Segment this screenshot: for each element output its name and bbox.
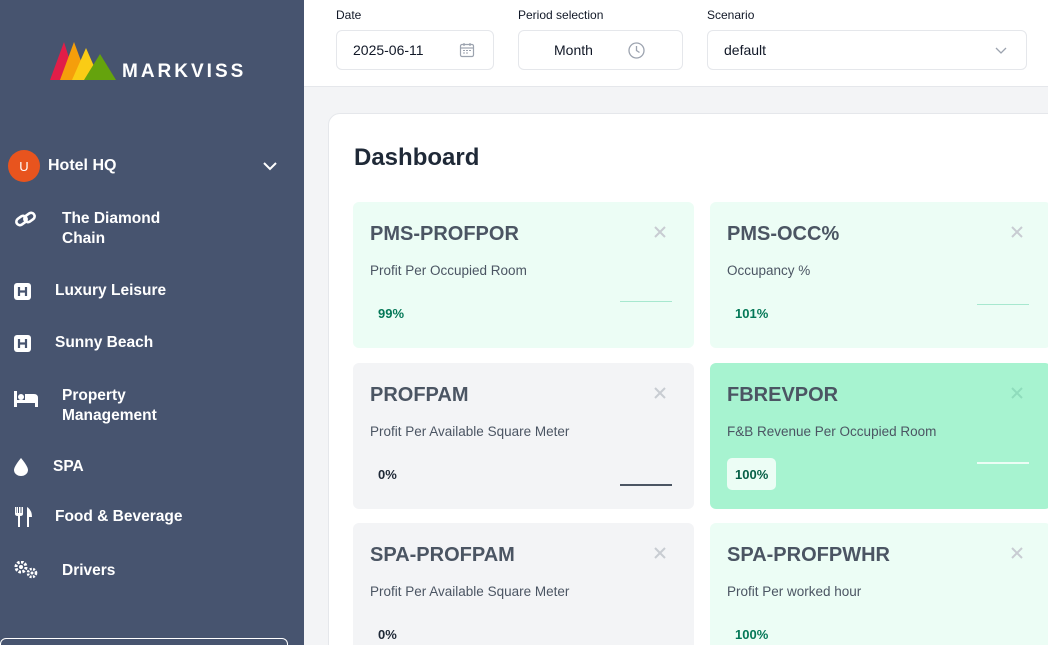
kpi-description: F&B Revenue Per Occupied Room: [727, 424, 937, 439]
kpi-value: 100%: [735, 626, 769, 642]
sidebar-item-label: Management: [62, 407, 157, 424]
org-label: Hotel HQ: [48, 157, 117, 174]
sparkline: [977, 304, 1029, 305]
kpi-value: 100%: [727, 458, 777, 490]
sidebar-item-label: Sunny Beach: [55, 334, 154, 351]
filter-bar: Date 2025-06-11 Period selection Month S…: [304, 0, 1048, 87]
kpi-card[interactable]: PMS-PROFPOR Profit Per Occupied Room 99%: [353, 202, 694, 348]
sidebar-item-sunny-beach[interactable]: Sunny Beach: [14, 333, 153, 353]
kpi-description: Occupancy %: [727, 263, 811, 278]
kpi-code: PMS-PROFPOR: [370, 223, 519, 245]
chevron-down-icon[interactable]: [260, 156, 280, 176]
sidebar-item-label: Luxury Leisure: [55, 282, 167, 299]
date-label: Date: [336, 8, 362, 22]
date-picker[interactable]: 2025-06-11: [336, 30, 494, 70]
sparkline: [620, 484, 672, 486]
kpi-description: Profit Per Available Square Meter: [370, 424, 570, 439]
sidebar-item-luxury-leisure[interactable]: Luxury Leisure: [14, 281, 166, 301]
sparkline: [620, 301, 672, 302]
org-selector[interactable]: U Hotel HQ: [8, 150, 288, 182]
close-icon[interactable]: [1009, 224, 1025, 240]
brand-name: MARKVISS: [122, 61, 247, 82]
sidebar-item-the-diamond-chain[interactable]: The Diamond Chain: [14, 209, 160, 249]
sidebar-item-food-beverage[interactable]: Food & Beverage: [14, 507, 182, 527]
kpi-card[interactable]: PROFPAM Profit Per Available Square Mete…: [353, 363, 694, 509]
scenario-value: default: [724, 42, 767, 58]
close-icon[interactable]: [652, 385, 668, 401]
markviss-logo-icon: [50, 42, 116, 80]
sidebar-item-label: Chain: [62, 230, 106, 247]
sidebar-item-property-management[interactable]: Property Management: [14, 386, 157, 426]
kpi-value: 101%: [735, 305, 769, 321]
page-title: Dashboard: [354, 144, 480, 171]
clock-icon: [628, 41, 645, 59]
avatar: U: [8, 150, 40, 182]
kpi-value: 0%: [378, 626, 397, 642]
sidebar-item-label: The Diamond: [62, 210, 161, 227]
kpi-code: SPA-PROFPWHR: [727, 544, 890, 566]
kpi-code: SPA-PROFPAM: [370, 544, 515, 566]
close-icon[interactable]: [652, 224, 668, 240]
brand-logo: MARKVISS: [50, 40, 246, 82]
close-icon[interactable]: [652, 545, 668, 561]
close-icon[interactable]: [1009, 545, 1025, 561]
period-selector[interactable]: Month: [518, 30, 683, 70]
sidebar-item-label: Drivers: [62, 562, 116, 579]
chevron-down-icon[interactable]: [994, 43, 1008, 57]
hotel-icon: [14, 333, 55, 353]
kpi-code: FBREVPOR: [727, 384, 839, 406]
kpi-value: 99%: [378, 305, 405, 321]
sidebar-item-label: SPA: [53, 458, 84, 475]
sidebar-footer-box[interactable]: [0, 638, 288, 645]
period-value: Month: [554, 42, 593, 58]
sidebar-item-spa[interactable]: SPA: [14, 457, 84, 477]
kpi-card[interactable]: PMS-OCC% Occupancy % 101%: [710, 202, 1048, 348]
hotel-icon: [14, 281, 55, 301]
date-value: 2025-06-11: [353, 42, 424, 58]
drop-icon: [14, 457, 53, 477]
kpi-code: PROFPAM: [370, 384, 469, 406]
period-label: Period selection: [518, 8, 604, 22]
calendar-icon: [459, 43, 475, 58]
kpi-code: PMS-OCC%: [727, 223, 840, 245]
sidebar: MARKVISS U Hotel HQ The Diamond Chain Lu…: [0, 0, 304, 645]
dashboard-panel: Dashboard PMS-PROFPOR Profit Per Occupie…: [328, 113, 1048, 645]
kpi-card[interactable]: SPA-PROFPAM Profit Per Available Square …: [353, 523, 694, 645]
utensils-icon: [14, 507, 55, 527]
kpi-value: 0%: [378, 466, 397, 482]
scenario-select[interactable]: default: [707, 30, 1027, 70]
close-icon[interactable]: [1009, 385, 1025, 401]
kpi-card[interactable]: FBREVPOR F&B Revenue Per Occupied Room 1…: [710, 363, 1048, 509]
scenario-label: Scenario: [707, 8, 755, 22]
kpi-description: Profit Per Occupied Room: [370, 263, 527, 278]
sidebar-item-label: Property: [62, 387, 126, 404]
kpi-card[interactable]: SPA-PROFPWHR Profit Per worked hour 100%: [710, 523, 1048, 645]
kpi-description: Profit Per Available Square Meter: [370, 584, 570, 599]
bed-icon: [14, 386, 62, 407]
kpi-description: Profit Per worked hour: [727, 584, 862, 599]
gears-icon: [14, 561, 62, 581]
link-icon: [14, 209, 62, 229]
sidebar-item-label: Food & Beverage: [55, 508, 183, 525]
sidebar-item-drivers[interactable]: Drivers: [14, 561, 115, 581]
sparkline: [977, 462, 1029, 464]
